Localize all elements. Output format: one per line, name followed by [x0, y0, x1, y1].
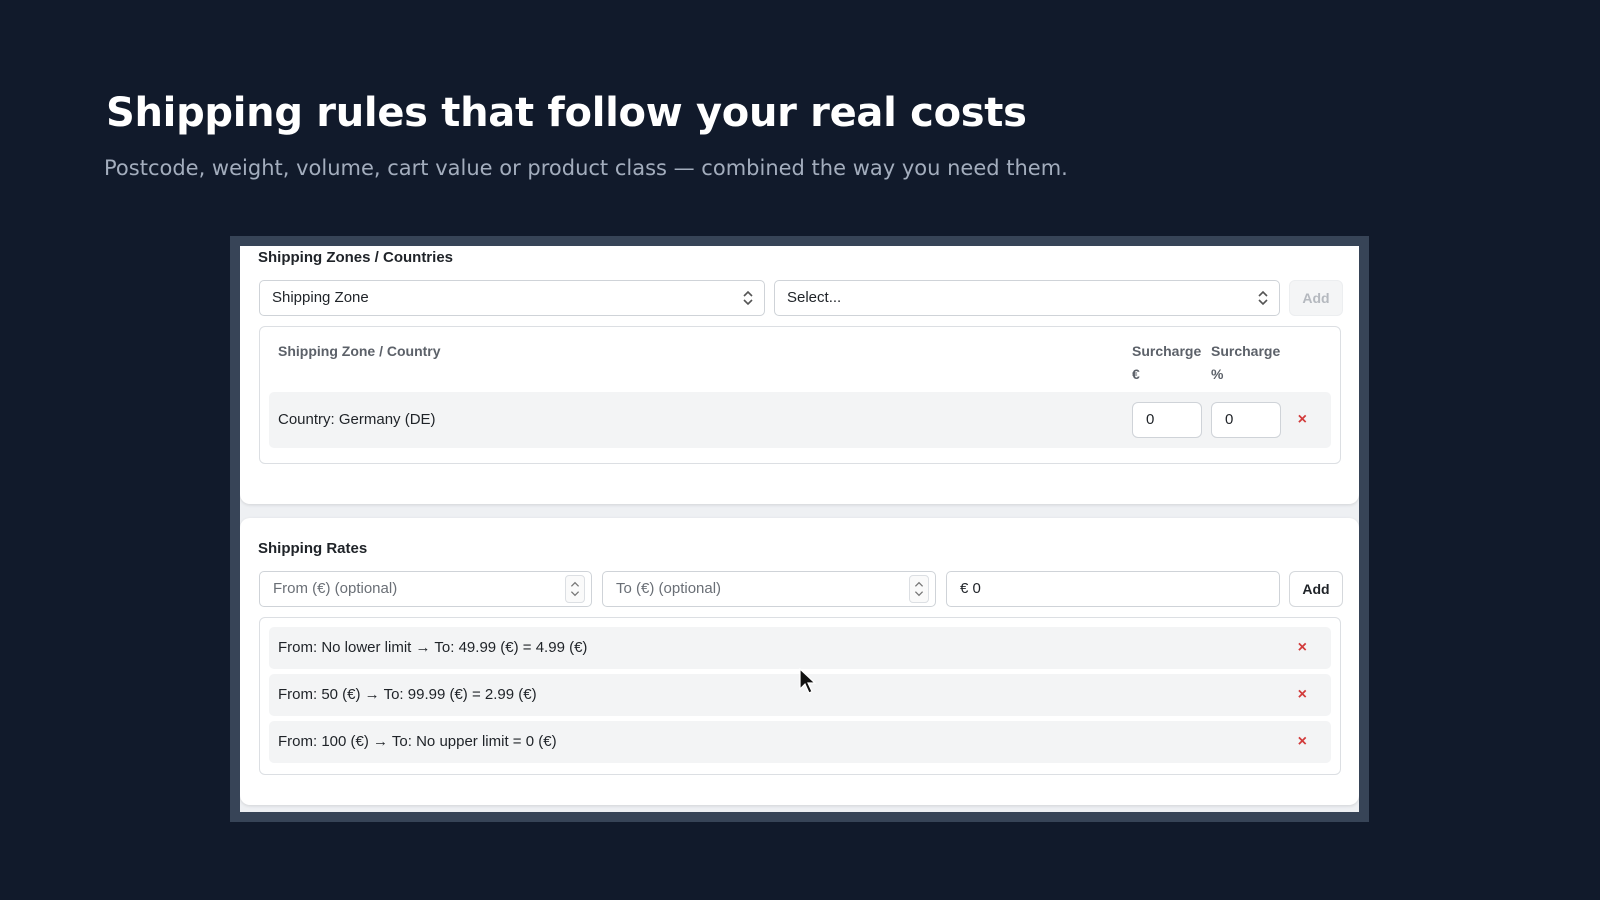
- zone-row: Country: Germany (DE) 0 0 ×: [269, 392, 1331, 448]
- zone-value-select-value: Select...: [787, 289, 842, 306]
- rate-row-label: From: No lower limit → To: 49.99 (€) = 4…: [278, 639, 588, 656]
- settings-canvas: Shipping Zones / Countries Shipping Zone…: [240, 246, 1359, 812]
- hero-title: Shipping rules that follow your real cos…: [106, 90, 1027, 136]
- shipping-rates-card: Shipping Rates From (€) (optional) To (€…: [240, 518, 1359, 805]
- rate-price-input[interactable]: € 0: [946, 571, 1280, 607]
- rate-row-label: From: 50 (€) → To: 99.99 (€) = 2.99 (€): [278, 686, 537, 703]
- zone-add-button[interactable]: Add: [1289, 280, 1343, 316]
- spinner-updown-icon[interactable]: [565, 575, 585, 603]
- col-header-surcharge-pct: Surcharge %: [1211, 340, 1280, 386]
- col-header-surcharge-eur: Surcharge €: [1132, 340, 1201, 386]
- spinner-updown-icon[interactable]: [909, 575, 929, 603]
- col-header-surcharge-pct-line1: Surcharge: [1211, 343, 1281, 359]
- shipping-zones-card: Shipping Zones / Countries Shipping Zone…: [240, 246, 1359, 504]
- rates-section-title: Shipping Rates: [258, 540, 368, 557]
- zone-value-select[interactable]: Select...: [774, 280, 1280, 316]
- surcharge-pct-input[interactable]: 0: [1211, 402, 1281, 438]
- col-header-surcharge-eur-line1: Surcharge: [1132, 343, 1202, 359]
- rate-to-placeholder: To (€) (optional): [616, 580, 722, 597]
- rate-row: From: 100 (€) → To: No upper limit = 0 (…: [269, 721, 1331, 763]
- rates-list: From: No lower limit → To: 49.99 (€) = 4…: [259, 617, 1341, 775]
- screenshot-frame: Shipping Zones / Countries Shipping Zone…: [230, 236, 1369, 822]
- chevron-updown-icon: [1258, 290, 1268, 306]
- rate-add-button[interactable]: Add: [1289, 571, 1343, 607]
- hero-subtitle: Postcode, weight, volume, cart value or …: [104, 156, 1068, 180]
- rate-from-placeholder: From (€) (optional): [273, 580, 398, 597]
- close-icon[interactable]: ×: [1298, 721, 1307, 763]
- rate-row-label: From: 100 (€) → To: No upper limit = 0 (…: [278, 733, 557, 750]
- col-header-surcharge-eur-line2: €: [1132, 366, 1140, 382]
- rate-row: From: No lower limit → To: 49.99 (€) = 4…: [269, 627, 1331, 669]
- col-header-zone: Shipping Zone / Country: [278, 343, 441, 359]
- rate-from-input[interactable]: From (€) (optional): [259, 571, 592, 607]
- zones-section-title: Shipping Zones / Countries: [258, 249, 453, 266]
- surcharge-eur-input[interactable]: 0: [1132, 402, 1202, 438]
- close-icon[interactable]: ×: [1298, 392, 1307, 448]
- close-icon[interactable]: ×: [1298, 627, 1307, 669]
- zone-type-select[interactable]: Shipping Zone: [259, 280, 765, 316]
- col-header-surcharge-pct-line2: %: [1211, 366, 1224, 382]
- chevron-updown-icon: [743, 290, 753, 306]
- mouse-pointer-icon: [799, 668, 817, 694]
- close-icon[interactable]: ×: [1298, 674, 1307, 716]
- rate-to-input[interactable]: To (€) (optional): [602, 571, 936, 607]
- zone-row-label: Country: Germany (DE): [278, 411, 436, 428]
- zone-type-select-value: Shipping Zone: [272, 289, 369, 306]
- zones-table: Shipping Zone / Country Surcharge € Surc…: [259, 326, 1341, 464]
